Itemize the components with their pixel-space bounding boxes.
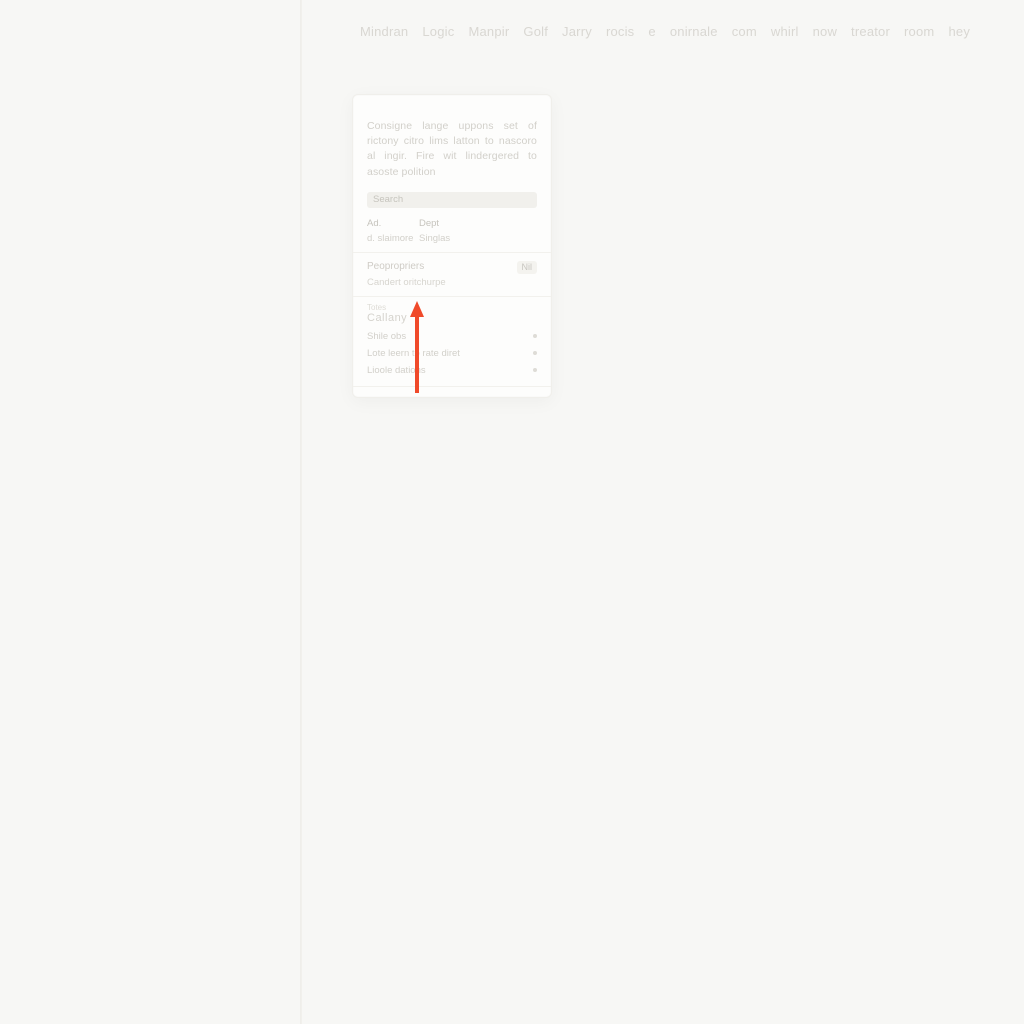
topbar-item[interactable]: whirl — [771, 24, 799, 39]
card-panel: Consigne lange uppons set of rictony cit… — [352, 94, 552, 398]
section-label: Totes — [353, 297, 551, 312]
topbar-item[interactable]: hey — [948, 24, 970, 39]
entry-title: Peopropriers — [367, 261, 424, 274]
search-input-wrap[interactable] — [367, 192, 537, 208]
topbar-item[interactable]: treator — [851, 24, 890, 39]
option-label: Shile obs — [367, 331, 406, 342]
option-dot-icon — [533, 351, 537, 355]
option-row[interactable]: Lote leern to rate diret — [353, 345, 551, 362]
option-row[interactable]: Lioole dations — [353, 362, 551, 387]
topbar-item[interactable]: now — [813, 24, 837, 39]
topbar-item[interactable]: Mindran — [360, 24, 408, 39]
section-title: Callany — [353, 312, 551, 328]
topbar-item[interactable]: Manpir — [468, 24, 509, 39]
topbar-item[interactable]: onirnale — [670, 24, 718, 39]
left-divider — [300, 0, 302, 1024]
option-label: Lioole dations — [367, 365, 426, 376]
topbar-item[interactable]: e — [648, 24, 655, 39]
table-subheader: d. slaimore Singlas — [353, 233, 551, 253]
topbar-item[interactable]: Golf — [523, 24, 548, 39]
topbar-item[interactable]: com — [732, 24, 757, 39]
header-col1: Ad. — [367, 218, 419, 229]
topbar-item[interactable]: Logic — [422, 24, 454, 39]
subheader-col1: d. slaimore — [367, 233, 419, 244]
entry-block[interactable]: Peopropriers Nil Candert oritchurpe — [353, 253, 551, 297]
card-description: Consigne lange uppons set of rictony cit… — [353, 109, 551, 192]
option-label: Lote leern to rate diret — [367, 348, 460, 359]
option-dot-icon — [533, 368, 537, 372]
subheader-col2: Singlas — [419, 233, 537, 244]
topbar-item[interactable]: room — [904, 24, 934, 39]
topbar-item[interactable]: rocis — [606, 24, 634, 39]
entry-subtitle: Candert oritchurpe — [367, 277, 537, 288]
table-header: Ad. Dept — [353, 214, 551, 233]
option-dot-icon — [533, 334, 537, 338]
entry-badge: Nil — [517, 261, 538, 274]
header-col2: Dept — [419, 218, 537, 229]
search-input[interactable] — [373, 194, 531, 205]
topbar-item[interactable]: Jarry — [562, 24, 592, 39]
topbar: Mindran Logic Manpir Golf Jarry rocis e … — [360, 24, 1006, 39]
option-row[interactable]: Shile obs — [353, 328, 551, 345]
